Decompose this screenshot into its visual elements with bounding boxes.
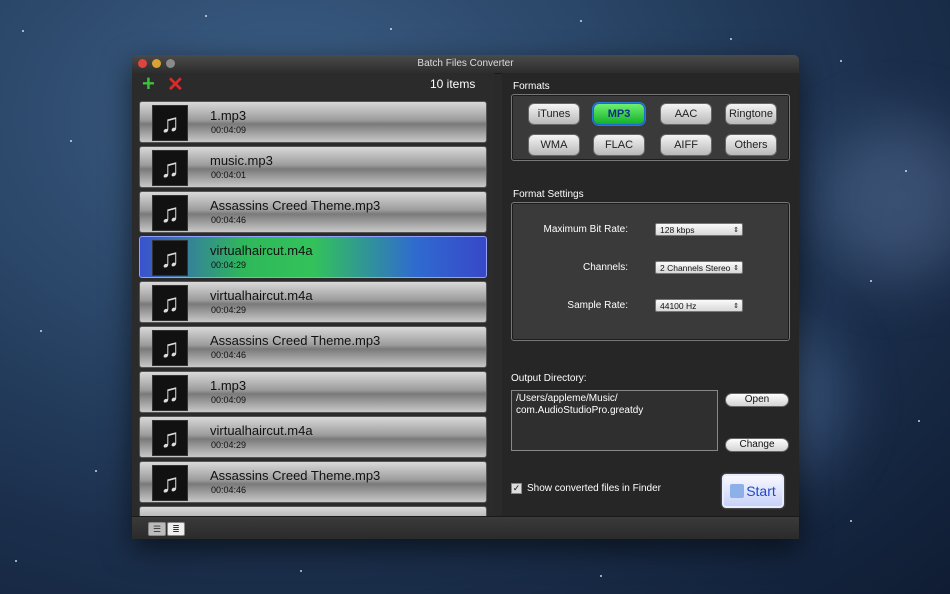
list-item-selected[interactable]: ♫ virtualhaircut.m4a 00:04:29 xyxy=(139,236,487,278)
file-name: Assassins Creed Theme.mp3 xyxy=(210,333,381,348)
file-list-pane: + ✕ 10 items ♫ 1.mp3 00:04:09 ♫ music.mp… xyxy=(132,73,494,516)
output-path-line1: /Users/appleme/Music/ xyxy=(516,393,618,404)
open-button[interactable]: Open xyxy=(725,393,789,407)
music-note-icon: ♫ xyxy=(152,240,188,276)
music-note-icon: ♫ xyxy=(152,285,188,321)
music-note-icon: ♫ xyxy=(152,195,188,231)
list-item[interactable]: ♫ 1.mp3 00:04:09 xyxy=(139,371,487,413)
bitrate-label: Maximum Bit Rate: xyxy=(543,224,628,235)
file-name: virtualhaircut.m4a xyxy=(210,243,313,258)
output-directory-label: Output Directory: xyxy=(511,373,587,384)
format-mp3-button[interactable]: MP3 xyxy=(593,103,645,125)
file-name: virtualhaircut.m4a xyxy=(210,423,313,438)
format-itunes-button[interactable]: iTunes xyxy=(528,103,580,125)
list-item[interactable]: ♫ music.mp3 00:04:01 xyxy=(139,146,487,188)
format-others-button[interactable]: Others xyxy=(725,134,777,156)
window-title: Batch Files Converter xyxy=(417,58,514,69)
output-directory-field[interactable]: /Users/appleme/Music/ com.AudioStudioPro… xyxy=(511,390,718,451)
bitrate-select[interactable]: 128 kbps ⇕ xyxy=(655,223,743,236)
updown-arrows-icon: ⇕ xyxy=(733,227,739,234)
updown-arrows-icon: ⇕ xyxy=(733,303,739,310)
file-duration: 00:04:46 xyxy=(211,215,247,225)
file-duration: 00:04:29 xyxy=(211,260,247,270)
bottom-bar: ☰ ≣ xyxy=(132,516,799,539)
file-duration: 00:04:09 xyxy=(211,395,247,405)
title-bar[interactable]: Batch Files Converter xyxy=(132,55,799,74)
format-aiff-button[interactable]: AIFF xyxy=(660,134,712,156)
start-label: Start xyxy=(746,483,776,499)
file-duration: 00:04:01 xyxy=(211,170,247,180)
channels-value: 2 Channels Stereo xyxy=(660,263,731,273)
file-duration: 00:04:46 xyxy=(211,350,247,360)
formats-box: iTunes MP3 AAC Ringtone WMA FLAC AIFF Ot… xyxy=(511,94,790,161)
music-note-icon: ♫ xyxy=(152,420,188,456)
format-settings-label: Format Settings xyxy=(513,189,584,200)
list-item[interactable]: ♫ virtualhaircut.m4a 00:04:29 xyxy=(139,281,487,323)
file-duration: 00:04:29 xyxy=(211,305,247,315)
convert-icon xyxy=(730,484,745,498)
show-in-finder-label: Show converted files in Finder xyxy=(527,483,661,494)
item-count: 10 items xyxy=(430,77,476,91)
file-name: music.mp3 xyxy=(210,153,273,168)
format-flac-button[interactable]: FLAC xyxy=(593,134,645,156)
change-button[interactable]: Change xyxy=(725,438,789,452)
format-settings-box: Maximum Bit Rate: 128 kbps ⇕ Channels: 2… xyxy=(511,202,790,341)
format-ringtone-button[interactable]: Ringtone xyxy=(725,103,777,125)
music-note-icon: ♫ xyxy=(152,330,188,366)
large-view-icon[interactable]: ☰ xyxy=(148,522,166,536)
list-item[interactable]: ♫ 1.mp3 00:04:09 xyxy=(139,101,487,143)
list-view-icon[interactable]: ≣ xyxy=(167,522,185,536)
file-name: virtualhaircut.m4a xyxy=(210,288,313,303)
file-duration: 00:04:46 xyxy=(211,485,247,495)
show-in-finder-checkbox[interactable]: ✓ xyxy=(511,483,522,494)
settings-pane: Formats iTunes MP3 AAC Ringtone WMA FLAC… xyxy=(502,73,799,516)
file-name: Assassins Creed Theme.mp3 xyxy=(210,468,381,483)
formats-label: Formats xyxy=(513,81,550,92)
cross-icon[interactable]: ✕ xyxy=(167,75,184,95)
file-name: Assassins Creed Theme.mp3 xyxy=(210,198,381,213)
music-note-icon: ♫ xyxy=(152,150,188,186)
samplerate-label: Sample Rate: xyxy=(567,300,628,311)
bitrate-value: 128 kbps xyxy=(660,225,695,235)
list-item[interactable]: ♫ virtualhaircut.m4a 00:04:29 xyxy=(139,416,487,458)
format-wma-button[interactable]: WMA xyxy=(528,134,580,156)
music-note-icon: ♫ xyxy=(152,465,188,501)
file-duration: 00:04:09 xyxy=(211,125,247,135)
samplerate-value: 44100 Hz xyxy=(660,301,697,311)
channels-label: Channels: xyxy=(582,262,628,273)
music-note-icon: ♫ xyxy=(152,105,188,141)
list-item[interactable]: ♫ Assassins Creed Theme.mp3 00:04:46 xyxy=(139,461,487,503)
output-path-line2: com.AudioStudioPro.greatdy xyxy=(516,405,644,416)
music-note-icon: ♫ xyxy=(152,375,188,411)
list-item[interactable]: ♫ Assassins Creed Theme.mp3 00:04:46 xyxy=(139,191,487,233)
format-aac-button[interactable]: AAC xyxy=(660,103,712,125)
file-name: 1.mp3 xyxy=(210,108,247,123)
list-item-partial[interactable] xyxy=(139,506,487,516)
list-item[interactable]: ♫ Assassins Creed Theme.mp3 00:04:46 xyxy=(139,326,487,368)
plus-icon[interactable]: + xyxy=(142,73,158,95)
samplerate-select[interactable]: 44100 Hz ⇕ xyxy=(655,299,743,312)
app-window: Batch Files Converter + ✕ 10 items ♫ 1.m… xyxy=(132,55,799,539)
file-duration: 00:04:29 xyxy=(211,440,247,450)
channels-select[interactable]: 2 Channels Stereo ⇕ xyxy=(655,261,743,274)
file-name: 1.mp3 xyxy=(210,378,247,393)
start-button[interactable]: Start xyxy=(722,474,784,508)
updown-arrows-icon: ⇕ xyxy=(733,265,739,272)
file-list[interactable]: ♫ 1.mp3 00:04:09 ♫ music.mp3 00:04:01 ♫ … xyxy=(139,101,489,516)
